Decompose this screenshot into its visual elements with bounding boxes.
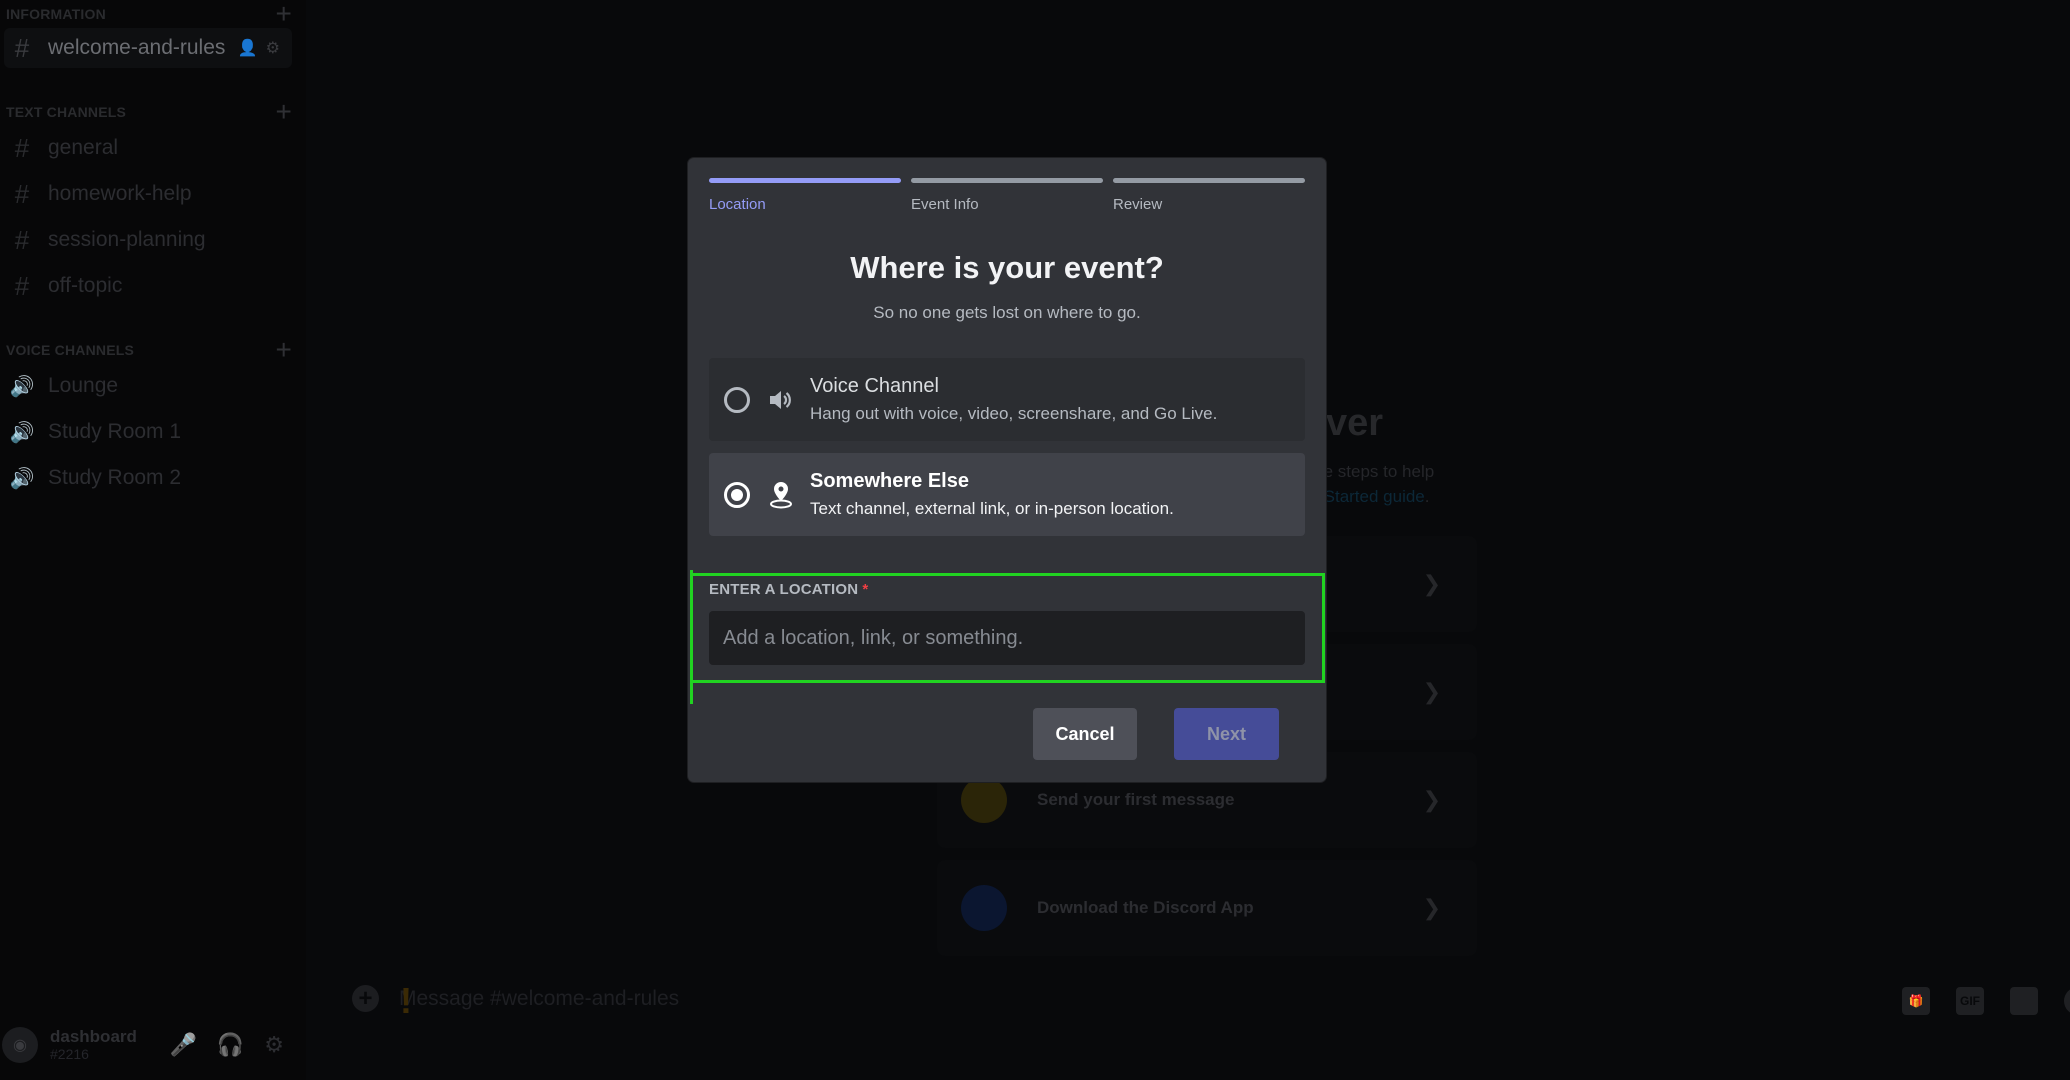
alert-icon: !	[400, 980, 412, 1021]
user-tag: #2216	[50, 1046, 89, 1063]
option-voice-channel[interactable]: Voice Channel Hang out with voice, video…	[709, 358, 1305, 441]
message-illustration-icon	[961, 777, 1007, 823]
category-information[interactable]: INFORMATION +	[6, 0, 292, 28]
required-mark: *	[862, 581, 869, 598]
message-composer: + ! Message #welcome-and-rules 🎁 GIF	[340, 980, 2070, 1021]
channel-lounge[interactable]: 🔊 Lounge	[4, 366, 292, 406]
chevron-right-icon: ❯	[1422, 895, 1441, 920]
gear-icon[interactable]: ⚙	[266, 38, 280, 58]
add-channel-icon[interactable]: +	[275, 0, 292, 28]
category-voice-channels[interactable]: VOICE CHANNELS +	[6, 336, 292, 364]
speaker-icon: 🔊	[9, 467, 35, 490]
hash-icon: #	[14, 224, 30, 255]
invite-icon[interactable]: 👤	[238, 38, 258, 58]
channel-sidebar: INFORMATION + # welcome-and-rules 👤 ⚙ TE…	[0, 0, 306, 1080]
category-text-channels[interactable]: TEXT CHANNELS +	[6, 98, 292, 126]
chevron-right-icon: ❯	[1422, 679, 1441, 704]
speaker-icon: 🔊	[9, 375, 35, 398]
speaker-icon: 🔊	[9, 421, 35, 444]
step-review: Review	[1113, 178, 1305, 213]
location-input[interactable]	[709, 611, 1305, 665]
gift-icon[interactable]: 🎁	[1902, 987, 1930, 1015]
username: dashboard	[50, 1026, 137, 1046]
hash-icon: #	[14, 270, 30, 301]
hash-icon: #	[14, 178, 30, 209]
speaker-icon	[766, 388, 796, 412]
channel-homework-help[interactable]: # homework-help	[4, 174, 292, 214]
gear-icon[interactable]: ⚙	[264, 1032, 284, 1058]
avatar[interactable]: ◉	[2, 1027, 38, 1063]
modal-title: Where is your event?	[850, 250, 1164, 285]
gif-icon[interactable]: GIF	[1956, 987, 1984, 1015]
create-event-modal: Location Event Info Review Where is your…	[688, 158, 1326, 782]
user-panel: ◉ dashboard #2216 🎤 🎧 ⚙	[0, 1010, 306, 1080]
message-input[interactable]: Message #welcome-and-rules	[399, 987, 679, 1011]
welcome-heading: ver	[1326, 402, 1384, 444]
channel-general[interactable]: # general	[4, 128, 292, 168]
add-channel-icon[interactable]: +	[275, 98, 292, 126]
next-button[interactable]: Next	[1174, 708, 1279, 760]
location-pin-icon	[766, 480, 796, 510]
add-attachment-icon[interactable]: +	[352, 985, 379, 1012]
option-somewhere-else[interactable]: Somewhere Else Text channel, external li…	[709, 453, 1305, 536]
step-location: Location	[709, 178, 901, 213]
channel-study-room-1[interactable]: 🔊 Study Room 1	[4, 412, 292, 452]
card-download-app[interactable]: Download the Discord App ❯	[937, 860, 1477, 956]
hash-icon: #	[14, 32, 30, 63]
step-progress: Location Event Info Review	[709, 178, 1305, 213]
location-field-label: ENTER A LOCATION *	[709, 581, 869, 598]
channel-session-planning[interactable]: # session-planning	[4, 220, 292, 260]
channel-off-topic[interactable]: # off-topic	[4, 266, 292, 306]
radio-checked[interactable]	[724, 481, 750, 508]
headphones-icon[interactable]: 🎧	[217, 1032, 244, 1058]
chevron-right-icon: ❯	[1422, 571, 1441, 596]
channel-welcome-and-rules[interactable]: # welcome-and-rules 👤 ⚙	[4, 28, 292, 68]
cancel-button[interactable]: Cancel	[1033, 708, 1137, 760]
sticker-icon[interactable]	[2010, 987, 2038, 1015]
discord-app: INFORMATION + # welcome-and-rules 👤 ⚙ TE…	[0, 0, 2070, 1080]
phone-illustration-icon	[961, 885, 1007, 931]
mic-muted-icon[interactable]: 🎤	[169, 1032, 196, 1058]
hash-icon: #	[14, 132, 30, 163]
radio-unchecked[interactable]	[724, 386, 750, 413]
add-channel-icon[interactable]: +	[275, 336, 292, 364]
emoji-icon[interactable]	[2064, 987, 2070, 1015]
step-event-info: Event Info	[911, 178, 1103, 213]
chevron-right-icon: ❯	[1422, 787, 1441, 812]
channel-study-room-2[interactable]: 🔊 Study Room 2	[4, 458, 292, 498]
modal-subtitle: So no one gets lost on where to go.	[873, 303, 1141, 322]
